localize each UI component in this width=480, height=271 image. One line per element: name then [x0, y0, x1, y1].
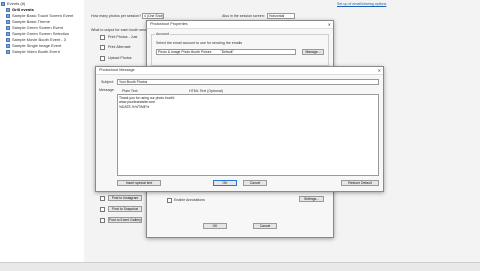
- account-ok-button[interactable]: OK: [203, 223, 227, 229]
- event-gallery-checkbox[interactable]: [100, 218, 105, 223]
- enable-annotations-checkbox[interactable]: [167, 198, 172, 203]
- account-group: Account Select the email account to use …: [151, 32, 329, 66]
- output-question: What to output for each booth session:: [91, 28, 153, 32]
- event-icon: [6, 25, 10, 30]
- tree-item-label: Grill events: [12, 7, 34, 12]
- tree-root-label: Events (8): [7, 1, 26, 6]
- tree-item-label: Sample Single Image Event: [12, 43, 62, 48]
- event-icon: [6, 13, 10, 18]
- email-dialog-title: Photoshoot Message: [96, 67, 383, 75]
- account-default-tag: "Default": [220, 50, 234, 54]
- instagram-checkbox[interactable]: [100, 196, 105, 201]
- plain-text-tab[interactable]: Plain Text: [122, 89, 138, 93]
- email-cancel-button[interactable]: Cancel: [243, 180, 267, 186]
- snapchat-checkbox[interactable]: [100, 207, 105, 212]
- print-alternate-label: Print Alternate: [108, 45, 131, 49]
- email-ok-button[interactable]: OK: [213, 180, 237, 186]
- photos-per-session-label: How many photos per session?: [91, 14, 142, 18]
- event-icon: [6, 37, 10, 42]
- tree-item-label: Sample Green Screen Selection: [12, 31, 70, 36]
- message-label: Message:: [99, 88, 115, 92]
- event-tree-panel: Events (8) Grill events Sample Basic Tou…: [0, 0, 85, 262]
- subject-label: Subject:: [101, 80, 114, 84]
- tree-item-label: Sample Basic Touch Screen Event: [12, 13, 74, 18]
- account-cancel-button[interactable]: Cancel: [253, 223, 277, 229]
- restore-default-button[interactable]: Restore Default: [341, 180, 379, 186]
- close-icon[interactable]: ✕: [328, 21, 331, 28]
- email-setup-link[interactable]: Set up of email/sharing options: [337, 2, 386, 6]
- tree-item-label: Sample Basic Theme: [12, 19, 50, 24]
- event-icon: [6, 49, 10, 54]
- tree-item-label: Sample Video Booth Event: [12, 49, 60, 54]
- upload-photos-label: Upload Photos: [108, 56, 132, 60]
- orientation-select[interactable]: Horizontal: [267, 13, 295, 19]
- close-icon[interactable]: ✕: [378, 67, 381, 74]
- photos-per-session-select[interactable]: 4 (One Shot): [142, 13, 164, 19]
- upload-photos-checkbox[interactable]: [100, 56, 105, 61]
- event-icon: [6, 7, 10, 12]
- print-alternate-checkbox[interactable]: [100, 45, 105, 50]
- event-icon: [6, 31, 10, 36]
- tree-item-label: Sample Movie Booth Event - 3: [12, 37, 67, 42]
- post-snapchat-button[interactable]: Post to Snapchat: [108, 206, 142, 212]
- message-textarea[interactable]: Thank you for using our photo booth! www…: [117, 94, 379, 176]
- tree-item[interactable]: Sample Video Booth Event: [6, 49, 60, 55]
- print-photos-checkbox[interactable]: [100, 35, 105, 40]
- settings-button[interactable]: Settings...: [299, 196, 324, 202]
- account-select[interactable]: Photo & Image Photo Booth Picture "Defau…: [156, 49, 296, 55]
- post-instagram-button[interactable]: Post to Instagram: [108, 195, 142, 201]
- enable-annotations-label: Enable Annotations: [174, 198, 205, 202]
- event-icon: [6, 19, 10, 24]
- folder-icon: [1, 1, 5, 6]
- insert-special-text-button[interactable]: Insert special text: [117, 180, 161, 186]
- post-event-gallery-button[interactable]: Post to Event Gallery: [108, 217, 142, 223]
- manage-button[interactable]: Manage...: [302, 49, 324, 55]
- message-line: %DATE-%%TIME%: [119, 104, 150, 109]
- account-group-title: Account: [155, 32, 170, 36]
- event-icon: [6, 43, 10, 48]
- html-text-tab[interactable]: HTML Text (Optional): [189, 89, 223, 93]
- print-photos-label: Print Photos - Just: [108, 35, 138, 39]
- account-dialog-title: Photoshoot Properties: [147, 21, 333, 29]
- subject-input[interactable]: Your Booth Photos: [117, 79, 379, 85]
- camera-label: Also in the session screen:: [222, 14, 265, 18]
- tree-item-label: Sample Green Screen Event: [12, 25, 63, 30]
- select-account-label: Select the email account to use for send…: [156, 41, 243, 45]
- email-message-dialog: Photoshoot Message ✕ Subject: Your Booth…: [95, 66, 384, 192]
- account-value: Photo & Image Photo Booth Picture: [158, 50, 212, 54]
